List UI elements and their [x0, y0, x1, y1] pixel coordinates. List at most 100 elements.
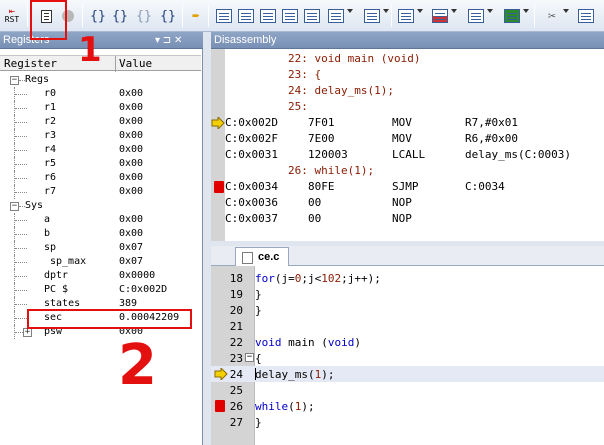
- tree-collapse-icon[interactable]: −: [10, 76, 19, 85]
- editor-line[interactable]: 25: [211, 382, 604, 398]
- disassembly-gutter[interactable]: [211, 49, 225, 241]
- trace-window-button[interactable]: [466, 7, 486, 25]
- register-row[interactable]: r7 0x00: [0, 185, 201, 199]
- memory-window-button[interactable]: [362, 7, 382, 25]
- register-value[interactable]: 0x07: [119, 242, 143, 253]
- tree-connector: [15, 178, 27, 179]
- register-row[interactable]: r2 0x00: [0, 115, 201, 129]
- step-into-button[interactable]: {}: [88, 7, 108, 25]
- register-row[interactable]: r3 0x00: [0, 129, 201, 143]
- breakpoint-icon[interactable]: [214, 181, 224, 193]
- instruction-bytes: 00: [308, 196, 322, 209]
- register-row[interactable]: r0 0x00: [0, 87, 201, 101]
- chevron-down-icon[interactable]: [523, 9, 529, 13]
- tree-connector: [15, 276, 27, 277]
- register-value[interactable]: 0x00: [119, 102, 143, 113]
- debug-restore-button[interactable]: [576, 7, 596, 25]
- editor-line[interactable]: 24 delay_ms(1);: [211, 366, 604, 382]
- register-value[interactable]: 0x00: [119, 186, 143, 197]
- column-value[interactable]: Value: [119, 57, 152, 70]
- register-value[interactable]: 0x00: [119, 116, 143, 127]
- system-viewer-button[interactable]: [502, 7, 522, 25]
- disassembly-panel-title: Disassembly: [214, 34, 277, 46]
- editor-line[interactable]: 19 }: [211, 286, 604, 302]
- chevron-down-icon[interactable]: [487, 9, 493, 13]
- editor-line[interactable]: 27}: [211, 414, 604, 430]
- register-row[interactable]: r1 0x00: [0, 101, 201, 115]
- register-value[interactable]: 0x0000: [119, 270, 155, 281]
- column-register[interactable]: Register: [4, 57, 57, 70]
- register-group-sys[interactable]: − Sys: [0, 199, 201, 213]
- register-value[interactable]: 0x00: [119, 214, 143, 225]
- source-text: 26: while(1);: [288, 164, 375, 177]
- register-name: r2: [44, 116, 57, 127]
- tab-ce-c[interactable]: ce.c: [235, 247, 289, 267]
- disassembly-window-button[interactable]: [236, 7, 256, 25]
- tree-connector: [15, 220, 27, 221]
- instruction-address: C:0x0031: [225, 148, 278, 161]
- source-editor[interactable]: 18 for(j=0;j<102;j++); 19 } 20} 21 22 void ma…: [211, 266, 604, 445]
- line-number: 20: [229, 304, 243, 317]
- reset-cpu-button[interactable]: ⇤ RST: [2, 7, 22, 25]
- analysis-window-button[interactable]: [430, 7, 450, 25]
- show-next-statement-button[interactable]: ➨: [186, 7, 206, 25]
- editor-line[interactable]: 20}: [211, 302, 604, 318]
- serial-window-button[interactable]: [396, 7, 416, 25]
- register-name: dptr: [44, 270, 69, 281]
- register-row[interactable]: b 0x00: [0, 227, 201, 241]
- call-stack-window-button[interactable]: [302, 7, 322, 25]
- instruction-address: C:0x0036: [225, 196, 278, 209]
- step-over-button[interactable]: {}: [110, 7, 130, 25]
- chevron-down-icon[interactable]: [383, 9, 389, 13]
- tree-expand-icon[interactable]: +: [23, 328, 32, 337]
- register-value[interactable]: 0x07: [119, 256, 143, 267]
- fold-toggle-icon[interactable]: −: [245, 353, 254, 362]
- run-to-cursor-button[interactable]: {}: [158, 7, 178, 25]
- register-value[interactable]: 0x00: [119, 130, 143, 141]
- watch-windows-button[interactable]: [326, 7, 346, 25]
- register-row[interactable]: dptr 0x0000: [0, 269, 201, 283]
- register-value[interactable]: 0x00: [119, 228, 143, 239]
- registers-window-button[interactable]: [280, 7, 300, 25]
- register-row[interactable]: r4 0x00: [0, 143, 201, 157]
- instruction-bytes: 7F01: [308, 116, 335, 129]
- panel-splitter[interactable]: [203, 32, 211, 445]
- editor-line[interactable]: 23−{: [211, 350, 604, 366]
- code-text: while(1);: [255, 400, 315, 413]
- source-text: 24: delay_ms(1);: [288, 84, 394, 97]
- chevron-down-icon[interactable]: [347, 9, 353, 13]
- toolbar-separator: [82, 5, 83, 27]
- toolbox-button[interactable]: ✂: [542, 7, 562, 25]
- register-value[interactable]: 0x00: [119, 88, 143, 99]
- chevron-down-icon[interactable]: [451, 9, 457, 13]
- editor-line[interactable]: 26 while(1);: [211, 398, 604, 414]
- editor-line[interactable]: 22 void main (void): [211, 334, 604, 350]
- instruction-operands: R6,#0x00: [465, 132, 518, 145]
- step-out-button[interactable]: {}: [134, 7, 154, 25]
- source-text: 25:: [288, 100, 308, 113]
- tree-collapse-icon[interactable]: −: [10, 202, 19, 211]
- column-divider[interactable]: [115, 56, 116, 72]
- register-row[interactable]: r5 0x00: [0, 157, 201, 171]
- breakpoint-icon[interactable]: [215, 400, 225, 412]
- panel-controls[interactable]: ▾ ⊐ ✕: [155, 32, 182, 49]
- register-group-regs[interactable]: − Regs: [0, 73, 201, 87]
- register-row[interactable]: sp_max 0x07: [0, 255, 201, 269]
- register-value[interactable]: 389: [119, 298, 137, 309]
- disassembly-view[interactable]: 22: void main (void) 23: {24: delay_ms(1)…: [211, 49, 604, 241]
- symbols-window-button[interactable]: [258, 7, 278, 25]
- chevron-down-icon[interactable]: [563, 9, 569, 13]
- register-value[interactable]: 0x00: [119, 144, 143, 155]
- register-row[interactable]: sp 0x07: [0, 241, 201, 255]
- command-window-button[interactable]: [214, 7, 234, 25]
- editor-line[interactable]: 21: [211, 318, 604, 334]
- register-value[interactable]: C:0x002D: [119, 284, 167, 295]
- register-value[interactable]: 0x00: [119, 172, 143, 183]
- register-value[interactable]: 0x00: [119, 158, 143, 169]
- register-row[interactable]: PC $ C:0x002D: [0, 283, 201, 297]
- register-row[interactable]: r6 0x00: [0, 171, 201, 185]
- source-text: 22: void main (void): [288, 52, 421, 65]
- editor-line[interactable]: 18 for(j=0;j<102;j++);: [211, 270, 604, 286]
- chevron-down-icon[interactable]: [417, 9, 423, 13]
- register-row[interactable]: a 0x00: [0, 213, 201, 227]
